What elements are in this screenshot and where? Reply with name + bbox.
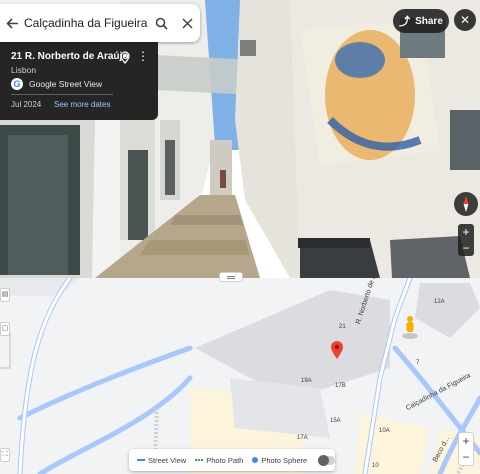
source-label: Google Street View bbox=[29, 79, 103, 89]
building-number: 10A bbox=[379, 428, 390, 434]
legend-label: Photo Path bbox=[206, 455, 244, 465]
building-number: 17B bbox=[335, 383, 346, 389]
legend-item-street-view: Street View bbox=[137, 456, 186, 465]
see-more-dates-link[interactable]: See more dates bbox=[54, 100, 110, 109]
map-zoom-control: + − bbox=[458, 432, 474, 466]
pane-resize-handle[interactable] bbox=[219, 272, 243, 282]
photo-path-swatch bbox=[195, 459, 204, 461]
zoom-in-button[interactable]: + bbox=[458, 224, 474, 240]
street-view-zoom-control: + − bbox=[458, 224, 474, 256]
google-logo-icon: G bbox=[11, 78, 23, 90]
zoom-out-button[interactable]: − bbox=[458, 240, 474, 256]
layers-icon[interactable]: ▤ bbox=[0, 288, 10, 302]
close-icon[interactable] bbox=[174, 4, 200, 42]
map-canvas[interactable] bbox=[0, 278, 480, 474]
building-number: 12A bbox=[434, 299, 445, 305]
building-number: 21 bbox=[339, 324, 346, 330]
search-box: Calçadinha da Figueira 6 bbox=[0, 4, 200, 42]
street-view-pane[interactable]: Calçadinha da Figueira 6 21 R. Norberto … bbox=[0, 0, 480, 278]
compass-icon[interactable] bbox=[454, 192, 478, 216]
pin-icon[interactable] bbox=[120, 51, 130, 69]
search-icon[interactable] bbox=[148, 4, 174, 42]
coverage-legend: Street View Photo Path Photo Sphere bbox=[129, 449, 335, 471]
share-button[interactable]: ⤴ Share bbox=[393, 9, 449, 33]
building-number: 10 bbox=[372, 463, 379, 469]
building-number: 17A bbox=[297, 435, 308, 441]
map-pane[interactable]: 12A 21 7 19A 17B 15A 17A 10A 10 R. Norbe… bbox=[0, 278, 480, 474]
location-info-card: 21 R. Norberto de Araújo Lisbon ⋮ G Goog… bbox=[0, 42, 158, 120]
divider bbox=[11, 94, 113, 95]
kebab-menu-icon[interactable]: ⋮ bbox=[137, 50, 149, 62]
map-zoom-in-button[interactable]: + bbox=[459, 433, 473, 449]
layers-icon[interactable]: ▢ bbox=[0, 322, 10, 336]
building-number: 19A bbox=[301, 378, 312, 384]
share-icon: ⤴ bbox=[399, 16, 411, 28]
location-pin-icon[interactable] bbox=[330, 340, 344, 360]
building-number: 7 bbox=[416, 360, 420, 366]
coverage-toggle[interactable] bbox=[318, 454, 335, 466]
pegman-icon[interactable] bbox=[400, 315, 420, 339]
back-arrow-icon[interactable] bbox=[0, 4, 24, 42]
street-view-swatch bbox=[137, 459, 145, 461]
city-label: Lisbon bbox=[11, 65, 37, 75]
source-row: G Google Street View bbox=[11, 78, 102, 90]
legend-label: Photo Sphere bbox=[261, 455, 308, 465]
legend-item-photo-path: Photo Path bbox=[195, 456, 243, 465]
search-input[interactable]: Calçadinha da Figueira 6 bbox=[24, 16, 148, 30]
close-street-view-button[interactable]: ✕ bbox=[454, 9, 476, 31]
legend-label: Street View bbox=[148, 455, 187, 465]
capture-date: Jul 2024 bbox=[11, 100, 42, 109]
photo-sphere-dot bbox=[252, 457, 259, 463]
fullscreen-icon[interactable]: ⛶ bbox=[0, 448, 10, 462]
close-icon: ✕ bbox=[459, 13, 471, 27]
share-label: Share bbox=[415, 15, 443, 27]
building-number: 15A bbox=[330, 418, 341, 424]
address-title: 21 R. Norberto de Araújo bbox=[11, 51, 129, 62]
app-root: Calçadinha da Figueira 6 21 R. Norberto … bbox=[0, 0, 480, 474]
map-zoom-out-button[interactable]: − bbox=[459, 449, 473, 465]
legend-item-photo-sphere: Photo Sphere bbox=[252, 456, 307, 465]
